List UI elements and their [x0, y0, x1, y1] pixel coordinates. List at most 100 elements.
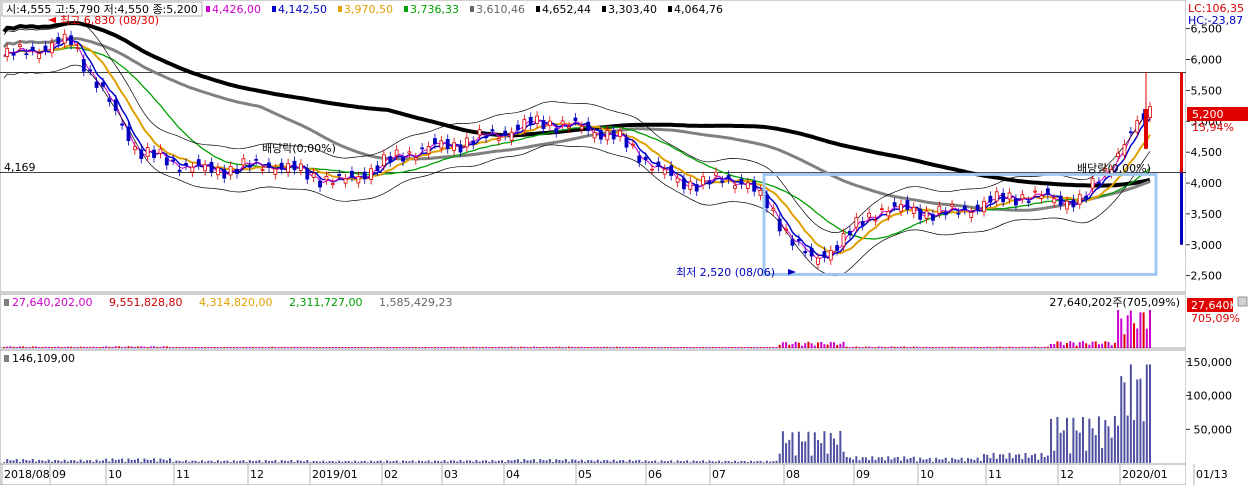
amount-bar: [424, 461, 427, 463]
amount-bar: [143, 458, 146, 463]
volume-bar: [673, 347, 676, 348]
volume-bar: [590, 346, 593, 348]
volume-bar: [66, 346, 69, 348]
volume-bar: [861, 347, 864, 348]
xaxis-label: 09: [856, 468, 870, 481]
amount-bar: [382, 462, 385, 463]
amount-bar: [580, 459, 583, 463]
volume-bar: [172, 347, 175, 348]
amount-bar: [1104, 419, 1107, 463]
price-tag-change: 15,94%: [1192, 121, 1234, 134]
candle-body: [720, 180, 725, 183]
volume-bar: [922, 347, 925, 348]
amount-bar: [366, 462, 369, 463]
volume-bar: [89, 346, 92, 348]
amount-bar: [322, 460, 325, 463]
amount-bar: [223, 460, 226, 463]
amount-header: 146,109,00: [12, 352, 75, 365]
volume-bar: [1053, 343, 1056, 348]
amount-bar: [858, 460, 861, 463]
amount-bar: [500, 460, 503, 463]
xaxis-label: 10: [108, 468, 122, 481]
volume-bar: [727, 347, 730, 348]
amount-bar: [516, 459, 519, 463]
candle-body: [369, 168, 374, 180]
amount-ytick-label: 50,000: [1194, 423, 1233, 436]
amount-bar: [1145, 364, 1148, 463]
candle-body: [401, 157, 405, 162]
candle-body: [343, 178, 348, 184]
candle-body: [867, 212, 871, 218]
candle-body: [624, 137, 629, 148]
amount-bar: [951, 457, 954, 463]
stock-chart-window[interactable]: 6,500 6,000 5,500 5,000 4,500 4,000 3,500 3,000…: [0, 0, 1249, 486]
ma-legend-swatch: [338, 6, 342, 12]
amount-bar: [1075, 430, 1078, 463]
volume-bar: [1027, 347, 1030, 348]
candle-body: [752, 180, 757, 192]
volume-bar: [912, 346, 915, 348]
volume-bar: [1066, 343, 1069, 348]
ma-legend-swatch: [668, 6, 672, 12]
volume-bar: [258, 346, 261, 348]
amount-bar: [734, 460, 737, 463]
candle-body: [701, 176, 705, 186]
amount-bar: [220, 461, 223, 463]
volume-bar: [433, 347, 436, 348]
candle-body: [796, 239, 801, 242]
volume-bar: [603, 346, 606, 348]
ma-value-text: 4,142,50: [278, 3, 327, 16]
amount-bar: [864, 457, 867, 463]
price-ytick-label: 4,000: [1191, 177, 1223, 190]
volume-bar: [967, 347, 970, 348]
ma-value-text: 4,652,44: [542, 3, 591, 16]
amount-bar: [341, 461, 344, 463]
volume-bar: [149, 346, 152, 348]
candle-body: [739, 178, 744, 185]
xaxis-label: 10: [920, 468, 934, 481]
candle-body: [101, 82, 105, 87]
candle-body: [662, 168, 667, 175]
amount-bar: [925, 459, 928, 463]
volume-bar: [111, 347, 114, 348]
amount-bar: [1037, 459, 1040, 463]
volume-bar: [1110, 345, 1113, 348]
candle-body: [1020, 194, 1025, 200]
amount-bar: [513, 460, 516, 463]
amount-bar: [306, 459, 309, 463]
volume-bar: [98, 347, 101, 348]
candle-body: [375, 165, 380, 172]
amount-bar: [1005, 458, 1008, 463]
amount-ytick-label: 100,000: [1187, 390, 1233, 403]
volume-bar: [772, 346, 775, 348]
amount-bar: [890, 459, 893, 463]
volume-bar: [957, 347, 960, 348]
amount-bar: [462, 461, 465, 463]
amount-bar: [558, 460, 561, 463]
amount-bar: [309, 462, 312, 463]
xaxis-label: 12: [250, 468, 264, 481]
volume-bar: [880, 346, 883, 348]
candle-body: [982, 201, 986, 213]
amount-panel: [0, 349, 1187, 465]
amount-bar: [801, 441, 804, 463]
volume-bar: [140, 346, 143, 348]
candle-body: [356, 176, 361, 184]
range-bar-up: [1180, 72, 1183, 173]
volume-bar: [204, 347, 207, 348]
candle-body: [228, 166, 233, 176]
candle-body: [713, 171, 718, 176]
panel-close-icon[interactable]: [1237, 296, 1248, 307]
amount-bar: [76, 461, 79, 463]
amount-bar: [711, 461, 714, 463]
volume-bar: [1018, 347, 1021, 348]
amount-bar: [663, 461, 666, 463]
amount-bar: [140, 461, 143, 463]
amount-bar: [552, 461, 555, 463]
chart-canvas[interactable]: 6,5006,0005,5005,0004,5004,0003,5003,000…: [0, 0, 1249, 486]
volume-bar: [34, 346, 37, 348]
volume-bar: [817, 342, 820, 348]
candle-body: [560, 120, 565, 125]
volume-bar: [1059, 341, 1062, 348]
volume-bar: [347, 347, 350, 348]
